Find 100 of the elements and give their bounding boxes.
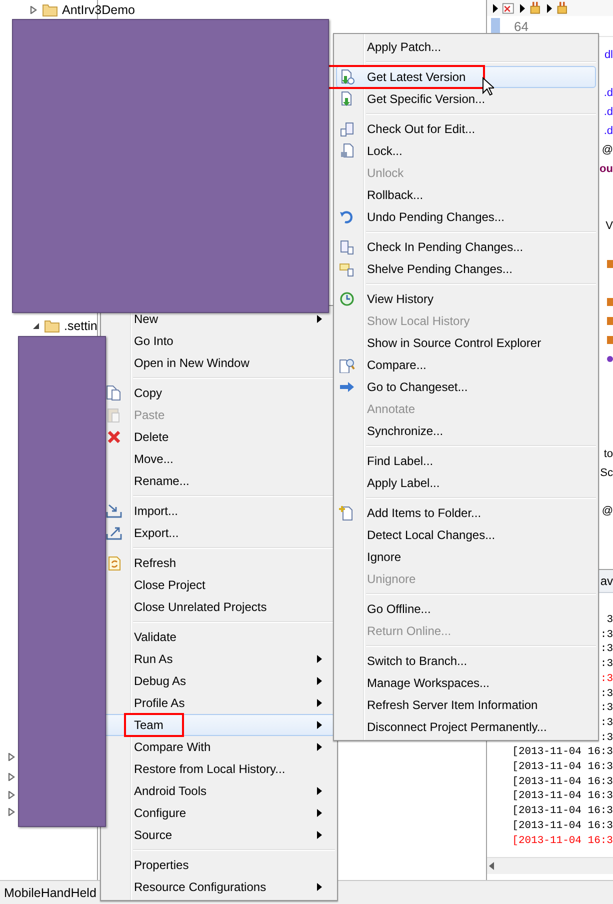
dropdown-arrow-icon <box>520 4 525 12</box>
console-line: [2013-11-04 16:3 <box>512 834 613 848</box>
menu-item[interactable]: Disconnect Project Permanently... <box>336 716 596 738</box>
console-line: :3 <box>600 657 613 672</box>
menu-item[interactable]: Manage Workspaces... <box>336 672 596 694</box>
compare-icon <box>339 357 355 373</box>
tree-item[interactable]: .settin <box>64 319 98 333</box>
import-icon <box>106 503 122 519</box>
scroll-left-icon <box>487 861 497 871</box>
arrow-right-icon <box>339 379 355 395</box>
menu-item[interactable]: Apply Label... <box>336 472 596 494</box>
menu-item[interactable]: Lock... <box>336 140 596 162</box>
build-icon <box>556 1 570 15</box>
code-text: @ <box>602 144 613 156</box>
submenu-arrow-icon <box>317 787 322 795</box>
line-number: 64 <box>514 18 528 34</box>
menu-item[interactable]: View History <box>336 288 596 310</box>
console-line: [2013-11-04 16:3 <box>512 745 613 760</box>
menu-item[interactable]: Properties <box>103 854 335 876</box>
menu-item[interactable]: Refresh <box>103 552 335 574</box>
document-stack-icon <box>339 261 355 277</box>
submenu-arrow-icon <box>317 883 322 891</box>
menu-item[interactable]: Import... <box>103 500 335 522</box>
menu-item[interactable]: Apply Patch... <box>336 36 596 58</box>
marker-icon <box>491 18 500 34</box>
pointer-icon <box>482 77 494 96</box>
menu-item[interactable]: Run As <box>103 648 335 670</box>
code-text: Sc <box>600 466 613 478</box>
code-text: to <box>604 448 613 460</box>
submenu-arrow-icon <box>317 721 322 729</box>
submenu-arrow-icon <box>317 655 322 663</box>
menu-item[interactable]: Open in New Window <box>103 352 335 374</box>
menu-item[interactable]: Get Specific Version... <box>336 88 596 110</box>
menu-item[interactable]: Debug As <box>103 670 335 692</box>
menu-item[interactable]: Compare... <box>336 354 596 376</box>
console-line: :3 <box>600 642 613 658</box>
status-text: MobileHandHeld <box>4 886 96 900</box>
menu-item[interactable]: Resource Configurations <box>103 876 335 898</box>
console-line: [2013-11-04 16:3 <box>512 760 613 775</box>
menu-item[interactable]: Switch to Branch... <box>336 650 596 672</box>
menu-item[interactable]: Android Tools <box>103 780 335 802</box>
menu-item[interactable]: Check Out for Edit... <box>336 118 596 140</box>
menu-item[interactable]: Export... <box>103 522 335 544</box>
copy-icon <box>106 385 122 401</box>
submenu-arrow-icon <box>317 699 322 707</box>
dropdown-arrow-icon <box>493 4 498 12</box>
code-text: V <box>606 220 613 232</box>
menu-item[interactable]: Rename... <box>103 470 335 492</box>
menu-item[interactable]: Delete <box>103 426 335 448</box>
code-text: .d <box>604 124 613 136</box>
menu-item[interactable]: Check In Pending Changes... <box>336 236 596 258</box>
menu-item[interactable]: Add Items to Folder... <box>336 502 596 524</box>
menu-item[interactable]: Show in Source Control Explorer <box>336 332 596 354</box>
console-line: [2013-11-04 16:3 <box>512 818 613 834</box>
menu-item[interactable]: Go Offline... <box>336 598 596 620</box>
menu-item[interactable]: Copy <box>103 382 335 404</box>
folder-icon <box>42 3 58 17</box>
code-text: @ <box>602 504 613 516</box>
console-line: [2013-11-04 16:3 <box>512 804 613 819</box>
menu-item[interactable]: Synchronize... <box>336 420 596 442</box>
menu-item[interactable]: Detect Local Changes... <box>336 524 596 546</box>
menu-item[interactable]: Undo Pending Changes... <box>336 206 596 228</box>
menu-item[interactable]: Team <box>103 714 335 736</box>
menu-item[interactable]: Source <box>103 824 335 846</box>
console-line: :3 <box>600 716 613 731</box>
code-text: ou <box>600 162 613 174</box>
console-line: [2013-11-04 16:3 <box>512 774 613 790</box>
console-line: :3 <box>600 628 613 642</box>
menu-item[interactable]: Close Project <box>103 574 335 596</box>
console-line: :3 <box>600 686 613 702</box>
menu-item[interactable]: Ignore <box>336 546 596 568</box>
menu-item[interactable]: Shelve Pending Changes... <box>336 258 596 280</box>
menu-item[interactable]: Refresh Server Item Information <box>336 694 596 716</box>
menu-item[interactable]: Go Into <box>103 330 335 352</box>
menu-item[interactable]: Compare With <box>103 736 335 758</box>
menu-item[interactable]: Close Unrelated Projects <box>103 596 335 618</box>
export-icon <box>106 525 122 541</box>
menu-item[interactable]: Find Label... <box>336 450 596 472</box>
document-stack-icon <box>339 121 355 137</box>
menu-item[interactable]: Profile As <box>103 692 335 714</box>
console-line: :3 <box>600 701 613 716</box>
tree-item[interactable]: AntIrv3Demo <box>62 3 135 17</box>
history-icon <box>339 291 355 307</box>
submenu-arrow-icon <box>317 743 322 751</box>
console-tab[interactable]: av <box>600 574 613 588</box>
menu-item[interactable]: Restore from Local History... <box>103 758 335 780</box>
code-text: .d <box>604 106 613 118</box>
submenu-arrow-icon <box>317 677 322 685</box>
menu-item[interactable]: Validate <box>103 626 335 648</box>
menu-item[interactable]: Configure <box>103 802 335 824</box>
console-line: :3 <box>600 672 613 687</box>
console-line: :3 <box>600 730 613 746</box>
menu-item[interactable]: Move... <box>103 448 335 470</box>
document-lock-icon <box>339 143 355 159</box>
build-icon <box>529 1 543 15</box>
console-line: [2013-11-04 16:3 <box>512 789 613 804</box>
dot-icon <box>607 356 613 362</box>
document-plus-icon <box>339 505 355 521</box>
menu-item[interactable]: Go to Changeset... <box>336 376 596 398</box>
menu-item[interactable]: Rollback... <box>336 184 596 206</box>
